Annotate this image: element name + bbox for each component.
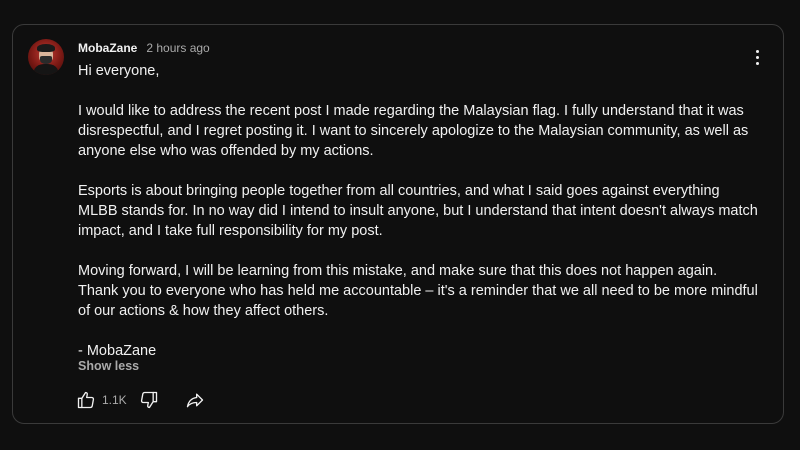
post-paragraph: Esports is about bringing people togethe…	[78, 183, 758, 239]
post-greeting: Hi everyone,	[78, 63, 160, 79]
dislike-button[interactable]	[139, 390, 159, 410]
thumbs-up-icon	[77, 391, 95, 409]
show-less-button[interactable]: Show less	[78, 359, 139, 373]
avatar-hair-shape	[37, 44, 55, 52]
thumbs-down-icon	[140, 391, 157, 409]
post-paragraph: Moving forward, I will be learning from …	[78, 263, 758, 319]
more-vertical-icon-dot	[755, 55, 759, 59]
author-name[interactable]: MobaZane	[78, 41, 137, 55]
post-timestamp[interactable]: 2 hours ago	[146, 41, 209, 55]
avatar[interactable]	[28, 39, 64, 75]
avatar-beard-shape	[40, 56, 52, 64]
like-count: 1.1K	[102, 393, 127, 407]
share-button[interactable]	[185, 390, 205, 410]
post-actions: 1.1K	[76, 387, 205, 413]
community-post-card: MobaZane 2 hours ago Hi everyone, I woul…	[12, 24, 784, 424]
avatar-body-shape	[34, 64, 58, 75]
like-button[interactable]: 1.1K	[76, 390, 139, 410]
post-paragraph: I would like to address the recent post …	[78, 103, 749, 159]
post-body: Hi everyone, I would like to address the…	[78, 61, 758, 361]
post-header: MobaZane 2 hours ago	[78, 40, 210, 56]
more-vertical-icon	[755, 49, 759, 53]
post-signature: - MobaZane	[78, 343, 157, 359]
share-icon	[186, 393, 203, 408]
